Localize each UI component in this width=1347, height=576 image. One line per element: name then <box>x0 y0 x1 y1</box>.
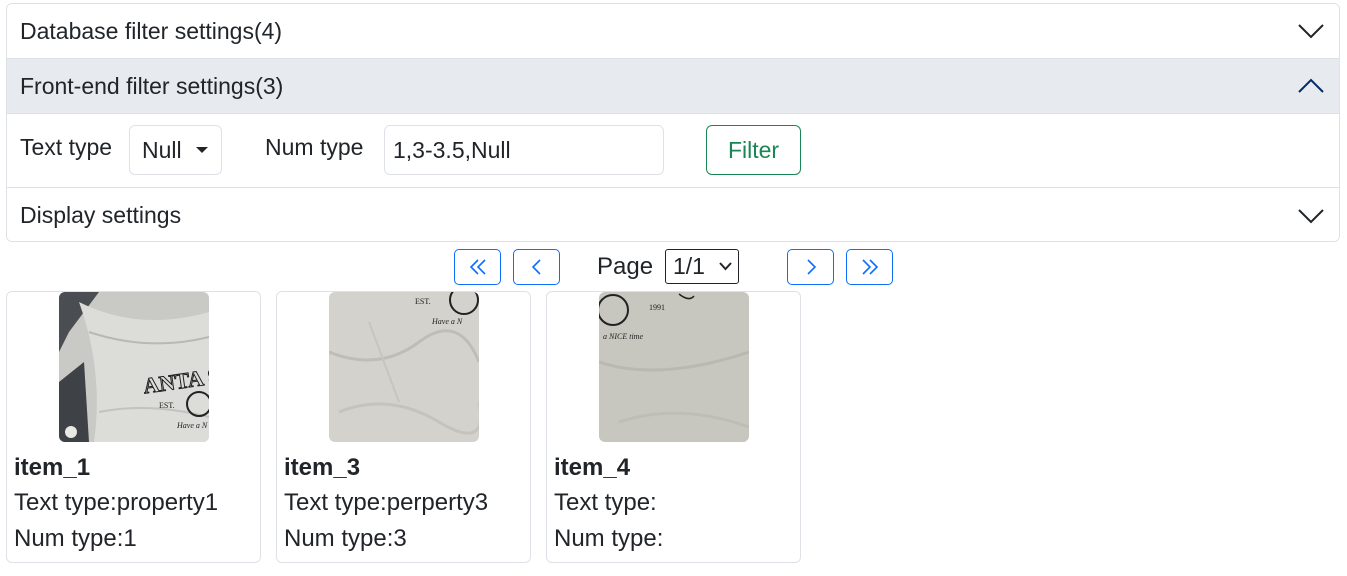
next-page-button[interactable] <box>787 249 834 285</box>
item-num-type: Num type:3 <box>284 525 407 552</box>
database-filter-title: Database filter settings(4) <box>20 17 283 44</box>
last-page-button[interactable] <box>846 249 893 285</box>
chevron-down-icon <box>719 262 732 271</box>
svg-text:EST.: EST. <box>415 297 431 306</box>
frontend-filter-body: Text type Null Num type Filter <box>7 114 1339 188</box>
chevron-up-icon <box>1298 78 1324 93</box>
chevron-right-icon <box>806 259 816 275</box>
frontend-filter-title: Front-end filter settings(3) <box>20 72 284 99</box>
item-card[interactable]: 1991 a NICE time item_4 Text type: Num t… <box>546 291 801 563</box>
item-text-type: Text type:property1 <box>14 489 219 516</box>
database-filter-header[interactable]: Database filter settings(4) <box>7 4 1339 59</box>
filter-accordion: Database filter settings(4) Front-end fi… <box>6 3 1340 242</box>
page-select-value: 1/1 <box>673 253 705 279</box>
item-card[interactable]: EST. Have a N item_3 Text type:perperty3… <box>276 291 531 563</box>
item-image: ANTA SPO EST. Have a N <box>59 292 209 442</box>
svg-text:a NICE time: a NICE time <box>603 332 643 341</box>
svg-text:Have a N: Have a N <box>431 317 463 326</box>
chevron-down-icon <box>1298 24 1324 39</box>
item-title: item_3 <box>284 454 361 481</box>
chevron-double-left-icon <box>469 259 486 275</box>
page-label: Page <box>597 253 654 280</box>
chevron-double-right-icon <box>861 259 878 275</box>
item-text-type: Text type:perperty3 <box>284 489 489 516</box>
display-settings-title: Display settings <box>20 202 182 228</box>
text-type-select[interactable]: Null <box>129 125 222 175</box>
item-card[interactable]: ANTA SPO EST. Have a N item_1 Text type:… <box>6 291 261 563</box>
filter-button[interactable]: Filter <box>706 125 801 175</box>
text-type-label: Text type <box>20 134 113 160</box>
chevron-left-icon <box>531 259 541 275</box>
item-text-type: Text type: <box>554 489 657 516</box>
item-image: 1991 a NICE time <box>599 292 749 442</box>
item-num-type: Num type:1 <box>14 525 137 552</box>
chevron-down-icon <box>1298 208 1324 223</box>
item-num-type: Num type: <box>554 525 664 552</box>
caret-down-icon <box>196 147 208 153</box>
item-title: item_1 <box>14 454 91 481</box>
svg-text:EST.: EST. <box>159 401 175 410</box>
item-title: item_4 <box>554 454 631 481</box>
prev-page-button[interactable] <box>513 249 560 285</box>
frontend-filter-header[interactable]: Front-end filter settings(3) <box>7 59 1339 114</box>
page-select[interactable]: 1/1 <box>665 249 739 284</box>
svg-text:Have a N: Have a N <box>176 421 208 430</box>
display-settings-header[interactable]: Display settings <box>7 188 1339 241</box>
num-type-label: Num type <box>265 134 364 160</box>
text-type-selected: Null <box>142 136 182 163</box>
num-type-input[interactable] <box>384 125 664 175</box>
svg-text:1991: 1991 <box>649 303 665 312</box>
first-page-button[interactable] <box>454 249 501 285</box>
item-image: EST. Have a N <box>329 292 479 442</box>
